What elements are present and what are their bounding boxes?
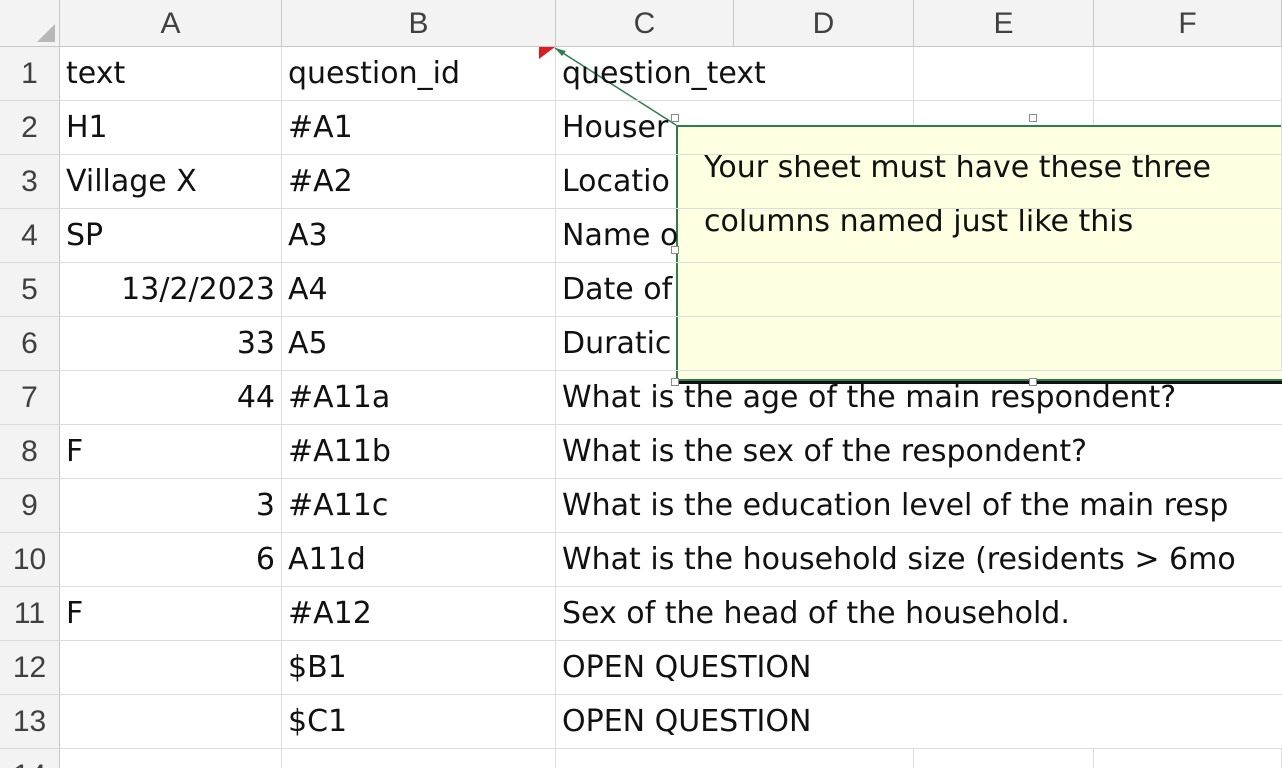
cell-c11[interactable]: Sex of the head of the household. (556, 587, 1282, 641)
row-header-10[interactable]: 10 (0, 533, 60, 587)
cell-c14[interactable] (556, 749, 1282, 768)
column-header-f[interactable]: F (1094, 0, 1282, 47)
cell-b6[interactable]: A5 (282, 317, 556, 371)
cell-a6[interactable]: 33 (60, 317, 282, 371)
cell-a1[interactable]: text (60, 47, 282, 101)
cell-a2[interactable]: H1 (60, 101, 282, 155)
cell-b9[interactable]: #A11c (282, 479, 556, 533)
row-header-6[interactable]: 6 (0, 317, 60, 371)
cell-b4[interactable]: A3 (282, 209, 556, 263)
select-all-corner[interactable] (0, 0, 60, 47)
row-header-2[interactable]: 2 (0, 101, 60, 155)
spreadsheet-grid[interactable]: A B C D E F 1 text question_id question_tex… (0, 0, 1282, 768)
row-header-9[interactable]: 9 (0, 479, 60, 533)
column-header-d[interactable]: D (734, 0, 914, 47)
cell-a3[interactable]: Village X (60, 155, 282, 209)
cell-a4[interactable]: SP (60, 209, 282, 263)
cell-a5[interactable]: 13/2/2023 (60, 263, 282, 317)
comment-indicator-icon[interactable] (539, 47, 555, 59)
cell-a7[interactable]: 44 (60, 371, 282, 425)
column-header-c[interactable]: C (556, 0, 734, 47)
cell-c5[interactable]: Date of (556, 263, 1282, 317)
cell-a10[interactable]: 6 (60, 533, 282, 587)
cell-b3[interactable]: #A2 (282, 155, 556, 209)
cell-c9[interactable]: What is the education level of the main … (556, 479, 1282, 533)
cell-c12[interactable]: OPEN QUESTION (556, 641, 1282, 695)
cell-b14[interactable] (282, 749, 556, 768)
column-header-a[interactable]: A (60, 0, 282, 47)
cell-a12[interactable] (60, 641, 282, 695)
cell-a9[interactable]: 3 (60, 479, 282, 533)
cell-c4[interactable]: Name o (556, 209, 1282, 263)
row-header-3[interactable]: 3 (0, 155, 60, 209)
row-header-1[interactable]: 1 (0, 47, 60, 101)
cell-a13[interactable] (60, 695, 282, 749)
row-header-11[interactable]: 11 (0, 587, 60, 641)
row-header-5[interactable]: 5 (0, 263, 60, 317)
cell-b10[interactable]: A11d (282, 533, 556, 587)
cell-c13[interactable]: OPEN QUESTION (556, 695, 1282, 749)
row-header-8[interactable]: 8 (0, 425, 60, 479)
cell-b12[interactable]: $B1 (282, 641, 556, 695)
cell-b8[interactable]: #A11b (282, 425, 556, 479)
cell-c8[interactable]: What is the sex of the respondent? (556, 425, 1282, 479)
cell-b1[interactable]: question_id (282, 47, 556, 101)
cell-b11[interactable]: #A12 (282, 587, 556, 641)
cell-a8[interactable]: F (60, 425, 282, 479)
select-all-triangle-icon (37, 24, 55, 42)
cell-b7[interactable]: #A11a (282, 371, 556, 425)
row-header-13[interactable]: 13 (0, 695, 60, 749)
cell-c3[interactable]: Locatio (556, 155, 1282, 209)
cell-c2[interactable]: Houser (556, 101, 1282, 155)
row-header-7[interactable]: 7 (0, 371, 60, 425)
cell-c1[interactable]: question_text (556, 47, 1282, 101)
cell-b5[interactable]: A4 (282, 263, 556, 317)
row-header-4[interactable]: 4 (0, 209, 60, 263)
column-header-b[interactable]: B (282, 0, 556, 47)
cell-c7[interactable]: What is the age of the main respondent? (556, 371, 1282, 425)
cell-c10[interactable]: What is the household size (residents > … (556, 533, 1282, 587)
cell-b13[interactable]: $C1 (282, 695, 556, 749)
column-header-e[interactable]: E (914, 0, 1094, 47)
cell-c6[interactable]: Duratic (556, 317, 1282, 371)
row-header-14[interactable]: 14 (0, 749, 60, 768)
cell-a11[interactable]: F (60, 587, 282, 641)
cell-a14[interactable] (60, 749, 282, 768)
row-header-12[interactable]: 12 (0, 641, 60, 695)
cell-b2[interactable]: #A1 (282, 101, 556, 155)
